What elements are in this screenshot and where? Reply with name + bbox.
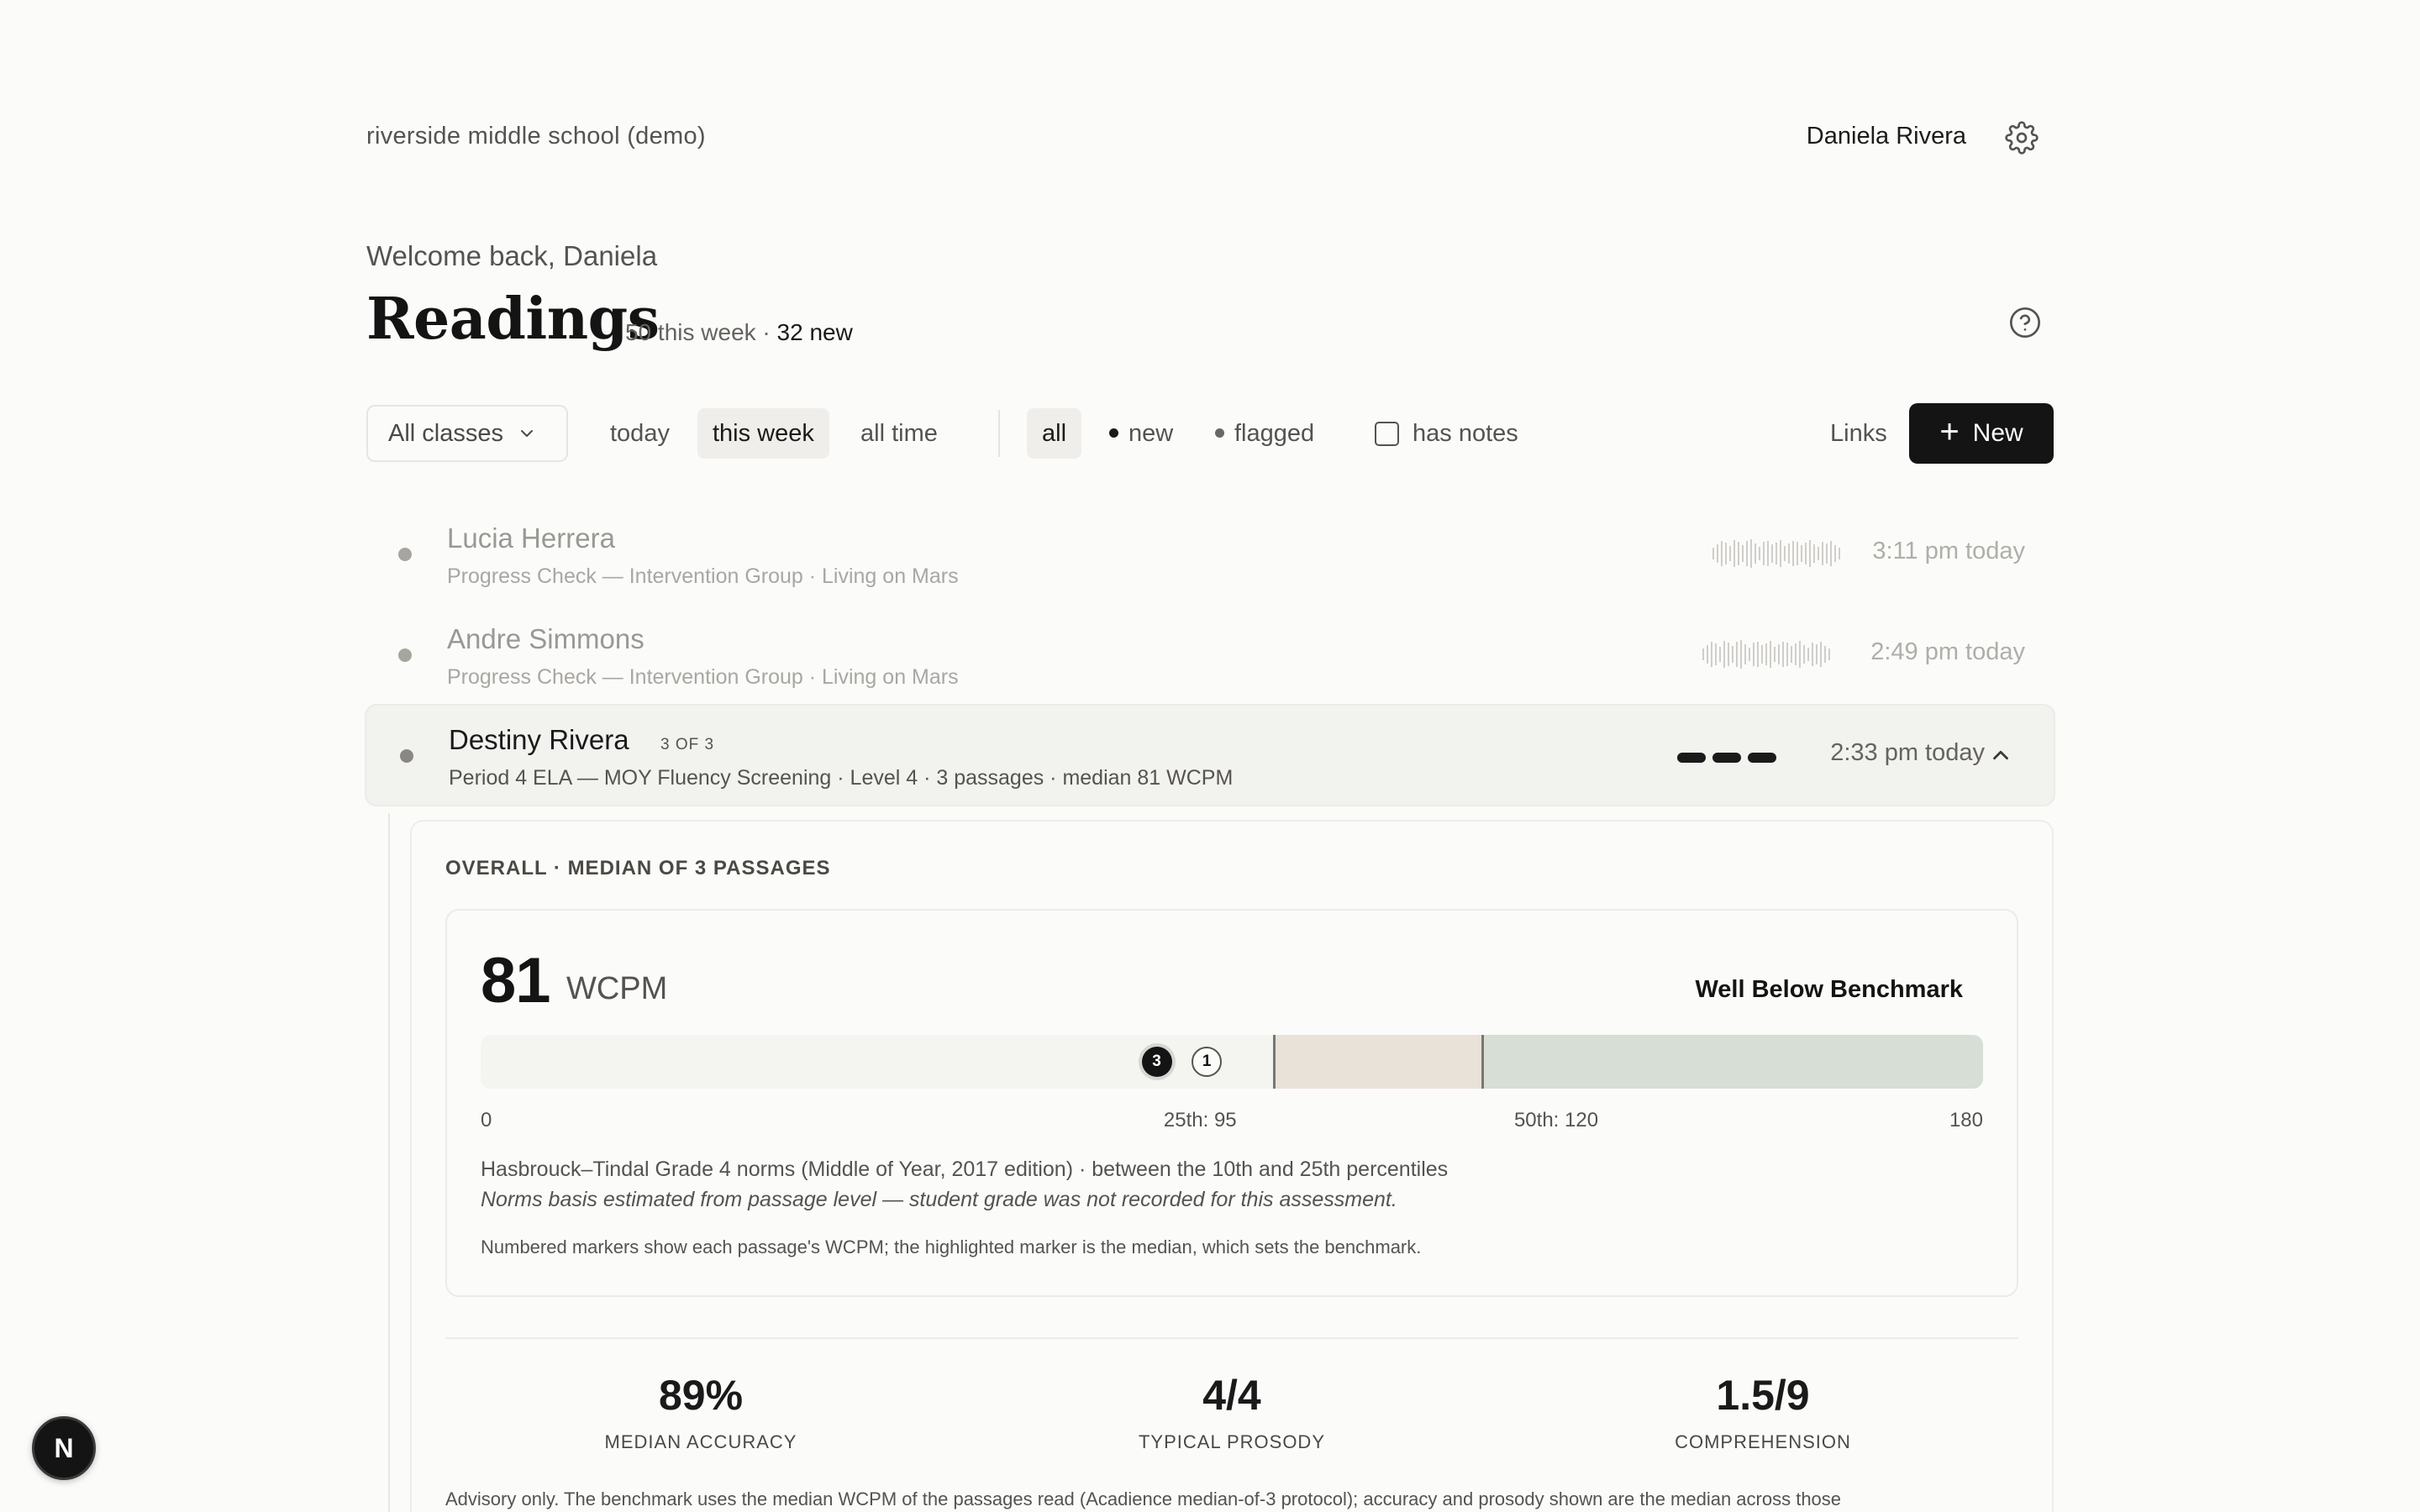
stat-typical-prosody: 4/4 TYPICAL PROSODY (1022, 1371, 1442, 1453)
week-count: 50 this week (625, 319, 756, 345)
class-select[interactable]: All classes (366, 405, 568, 462)
stat-comprehension: 1.5/9 COMPREHENSION (1553, 1371, 1973, 1453)
reading-meta: Progress Check — Intervention Group · Li… (447, 564, 959, 588)
stat-value: 1.5/9 (1716, 1372, 1810, 1419)
new-count: 32 new (776, 319, 853, 345)
scale-min-label: 0 (481, 1109, 492, 1131)
reading-meta: Progress Check — Intervention Group · Li… (447, 665, 959, 689)
reading-time: 2:33 pm today (1830, 739, 1985, 766)
filter-new-label: new (1128, 420, 1174, 447)
page-title: Readings (366, 286, 660, 353)
markers-note: Numbered markers show each passage's WCP… (481, 1236, 1422, 1257)
scale-max-label: 180 (1949, 1109, 1983, 1131)
status-dot (400, 749, 413, 763)
reading-time: 2:49 pm today (1870, 638, 2025, 665)
stat-median-accuracy: 89% MEDIAN ACCURACY (491, 1371, 911, 1453)
stat-label: MEDIAN ACCURACY (604, 1431, 797, 1452)
norms-text: Hasbrouck–Tindal Grade 4 norms (Middle o… (481, 1158, 1449, 1181)
student-name: Destiny Rivera (449, 724, 629, 755)
status-dot (398, 548, 412, 561)
benchmark-status: Well Below Benchmark (1695, 976, 1963, 1003)
audio-waveform-icon (1702, 640, 1830, 669)
status-dot (398, 648, 412, 662)
new-dot-icon (1109, 428, 1118, 438)
filter-this-week[interactable]: this week (697, 408, 829, 459)
stat-value: 89% (658, 1372, 744, 1419)
reading-row[interactable]: Andre Simmons Progress Check — Intervent… (365, 605, 2055, 707)
reading-meta: Period 4 ELA — MOY Fluency Screening · L… (449, 766, 1234, 790)
reading-row-expanded[interactable]: Destiny Rivera 3 OF 3 Period 4 ELA — MOY… (365, 704, 2055, 806)
audio-waveform-icon (1712, 539, 1840, 568)
welcome-text: Welcome back, Daniela (366, 240, 658, 271)
new-button[interactable]: + New (1909, 403, 2054, 464)
links-button[interactable]: Links (1830, 420, 1887, 448)
flagged-dot-icon (1215, 428, 1224, 438)
stat-label: COMPREHENSION (1675, 1431, 1851, 1452)
filter-today[interactable]: today (595, 408, 685, 459)
norms-note: Norms basis estimated from passage level… (481, 1188, 1397, 1211)
stat-value: 4/4 (1202, 1372, 1261, 1419)
wcpm-unit: WCPM (566, 971, 668, 1006)
new-button-label: New (1972, 419, 2023, 447)
class-select-value: All classes (388, 419, 503, 447)
filter-flagged[interactable]: flagged (1200, 408, 1329, 459)
filter-all-time[interactable]: all time (845, 408, 953, 459)
dev-tools-badge[interactable]: N (32, 1416, 96, 1480)
chevron-up-icon[interactable] (1988, 743, 2013, 768)
scale-25th-label: 25th: 95 (1163, 1109, 1237, 1131)
overall-label: OVERALL · MEDIAN OF 3 PASSAGES (445, 857, 831, 879)
scale-50th-label: 50th: 120 (1513, 1109, 1599, 1131)
attempt-count: 3 OF 3 (660, 736, 715, 753)
passage-dashes-icon (1677, 753, 1776, 763)
scale-segment-at-benchmark (1482, 1035, 1983, 1089)
page-subtitle: 50 this week · 32 new (625, 319, 853, 346)
has-notes-toggle[interactable]: has notes (1375, 408, 1518, 459)
help-icon[interactable] (2008, 306, 2042, 339)
has-notes-checkbox[interactable] (1375, 421, 1399, 446)
student-name: Andre Simmons (447, 623, 644, 654)
panel-connector (388, 813, 390, 1512)
gear-icon[interactable] (2005, 121, 2039, 155)
student-name: Lucia Herrera (447, 522, 615, 554)
has-notes-label: has notes (1413, 419, 1518, 447)
user-name[interactable]: Daniela Rivera (1807, 123, 1966, 150)
chevron-down-icon (521, 430, 533, 437)
scale-tick-25th (1272, 1035, 1276, 1089)
reading-row[interactable]: Lucia Herrera Progress Check — Intervent… (365, 504, 2055, 606)
advisory-text: Advisory only. The benchmark uses the me… (445, 1488, 1842, 1509)
median-passage-marker: 3 (1141, 1047, 1172, 1077)
stat-label: TYPICAL PROSODY (1138, 1431, 1325, 1452)
scale-tick-50th (1481, 1035, 1484, 1089)
scale-segment-some-risk (1273, 1035, 1482, 1089)
wcpm-value: 81 (481, 945, 551, 1016)
filter-new[interactable]: new (1094, 408, 1188, 459)
section-divider (445, 1337, 2018, 1339)
subtitle-separator: · (762, 319, 771, 345)
school-name: riverside middle school (demo) (366, 123, 706, 150)
filter-all[interactable]: all (1027, 408, 1082, 459)
filter-divider (998, 410, 1000, 457)
benchmark-scale-bar (481, 1035, 1983, 1089)
filter-flagged-label: flagged (1234, 420, 1315, 447)
reading-time: 3:11 pm today (1872, 538, 2025, 564)
plus-icon: + (1939, 413, 1960, 450)
passage-marker: 1 (1192, 1047, 1223, 1077)
